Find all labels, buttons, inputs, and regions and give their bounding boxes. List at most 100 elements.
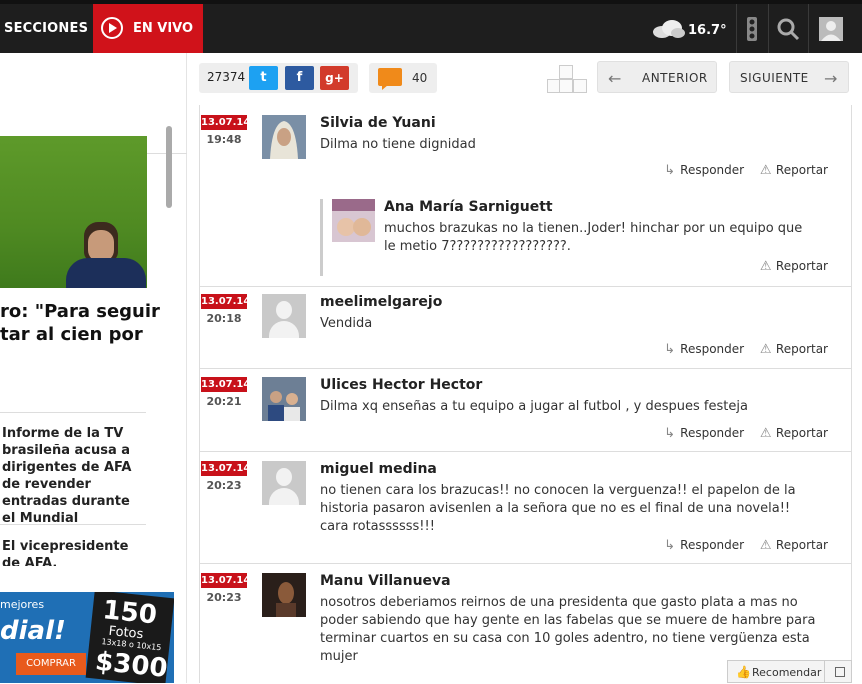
recommend-bar[interactable]: 👍 Recomendar <box>727 660 852 683</box>
advertisement-banner[interactable]: mejores dial! COMPRAR 150 Fotos 13x18 o … <box>0 592 174 683</box>
comment-text: nosotros deberiamos reirnos de una presi… <box>320 595 816 664</box>
comments-list: 13.07.14 19:48 Silvia de Yuani Dilma no … <box>187 103 862 684</box>
reply-arrow-icon: ↳ <box>664 163 676 178</box>
comment-divider <box>199 451 852 452</box>
live-label: EN VIVO <box>133 21 194 36</box>
comment-text: Dilma xq enseñas a tu equipo a jugar al … <box>320 399 748 414</box>
previous-button[interactable]: ← ANTERIOR <box>597 61 717 93</box>
ad-title: dial! <box>0 616 66 646</box>
facebook-share-button[interactable]: f <box>285 66 314 90</box>
thumbs-up-icon: 👍 <box>736 665 751 679</box>
reply-arrow-icon: ↳ <box>664 426 676 441</box>
reply-button[interactable]: ↳ Responder <box>664 426 744 441</box>
share-count: 27374 <box>207 70 246 84</box>
warning-icon: ⚠ <box>759 538 772 553</box>
player-shirt <box>66 258 146 288</box>
comment-actions: ↳ Responder ⚠ Reportar <box>652 426 828 441</box>
divider <box>0 412 146 413</box>
previous-label: ANTERIOR <box>642 71 708 85</box>
comments-count: 40 <box>412 71 428 85</box>
separator <box>808 4 809 53</box>
arrow-right-icon: → <box>824 69 838 88</box>
separator <box>736 4 737 53</box>
report-button[interactable]: ⚠ Reportar <box>760 342 828 357</box>
gplus-share-button[interactable]: g+ <box>320 66 349 90</box>
related-article-link[interactable]: El vicepresidente de AFA, arrepentido: <box>2 538 146 566</box>
report-label: Reportar <box>775 538 828 552</box>
sections-menu-button[interactable]: SECCIONES <box>4 21 88 36</box>
share-bar: 27374 t f g+ <box>199 63 358 93</box>
search-icon[interactable] <box>775 16 801 42</box>
comment-author[interactable]: Ulices Hector Hector <box>320 377 482 393</box>
avatar[interactable] <box>262 294 306 338</box>
reply-text: muchos brazukas no la tienen..Joder! hin… <box>384 221 803 254</box>
next-label: SIGUIENTE <box>740 71 809 85</box>
warning-icon: ⚠ <box>759 163 772 178</box>
live-button[interactable]: EN VIVO <box>93 4 203 53</box>
ad-text: mejores <box>0 598 45 611</box>
reply-arrow-icon: ↳ <box>664 538 676 553</box>
avatar[interactable] <box>262 115 306 159</box>
reply-button[interactable]: ↳ Responder <box>664 538 744 553</box>
reply-button[interactable]: ↳ Responder <box>664 163 744 178</box>
comment-date: 13.07.14 <box>201 294 251 309</box>
warning-icon: ⚠ <box>759 342 772 357</box>
ad-card: 150 Fotos 13x18 o 10x15 $300 <box>85 592 174 683</box>
article-headline[interactable]: ro: "Para seguir tar al cien por <box>0 300 160 346</box>
comment-actions: ↳ Responder ⚠ Reportar <box>652 538 828 553</box>
comment-author[interactable]: meelimelgarejo <box>320 294 442 310</box>
reply-button[interactable]: ↳ Responder <box>664 342 744 357</box>
comment-time: 19:48 <box>206 133 242 146</box>
comments-count-button[interactable]: 40 <box>369 63 437 93</box>
ad-buy-button[interactable]: COMPRAR <box>16 653 86 675</box>
avatar[interactable] <box>262 461 306 505</box>
traffic-light-icon[interactable] <box>739 16 765 42</box>
report-button[interactable]: ⚠ Reportar <box>760 259 828 274</box>
separator <box>768 4 769 53</box>
reply-label: Responder <box>680 426 745 440</box>
reply-label: Responder <box>680 163 745 177</box>
recommend-label: Recomendar <box>752 666 822 679</box>
weather-cloud-icon <box>653 20 685 38</box>
comment-actions: ↳ Responder ⚠ Reportar <box>652 342 828 357</box>
comment-author[interactable]: miguel medina <box>320 461 437 477</box>
comment-date: 13.07.14 <box>201 573 251 588</box>
reply-author[interactable]: Ana María Sarniguett <box>384 199 553 215</box>
next-button[interactable]: SIGUIENTE → <box>729 61 849 93</box>
minimize-icon[interactable] <box>824 661 852 683</box>
user-icon[interactable] <box>818 16 844 42</box>
comment-bubble-icon <box>378 68 402 90</box>
comment-author[interactable]: Manu Villanueva <box>320 573 451 589</box>
comment-actions: ↳ Responder ⚠ Reportar <box>652 163 828 178</box>
pager-square <box>559 79 573 93</box>
comment-time: 20:23 <box>206 479 242 492</box>
headline-line: ro: "Para seguir <box>0 301 160 322</box>
divider <box>0 524 146 525</box>
reply-label: Responder <box>680 342 745 356</box>
arrow-left-icon: ← <box>608 69 622 88</box>
comment-time: 20:23 <box>206 591 242 604</box>
related-article-link[interactable]: Informe de la TV brasileña acusa a dirig… <box>2 425 146 527</box>
avatar[interactable] <box>262 573 306 617</box>
pager-right-arrow <box>573 79 587 93</box>
mini-pager[interactable] <box>547 65 587 95</box>
comment-author[interactable]: Silvia de Yuani <box>320 115 436 131</box>
comment-text: Vendida <box>320 316 373 331</box>
warning-icon: ⚠ <box>759 426 772 441</box>
report-button[interactable]: ⚠ Reportar <box>760 426 828 441</box>
twitter-share-button[interactable]: t <box>249 66 278 90</box>
comment-date: 13.07.14 <box>201 461 251 476</box>
article-photo[interactable] <box>0 136 147 288</box>
comment-time: 20:18 <box>206 312 242 325</box>
comment-text: no tienen cara los brazucas!! no conocen… <box>320 483 796 534</box>
reply-avatar[interactable] <box>332 199 375 242</box>
comments-toolbar: 27374 t f g+ 40 ← ANTERIOR SIGUIENTE → <box>187 53 862 103</box>
comment-divider <box>199 286 852 287</box>
scrollbar-thumb[interactable] <box>166 126 172 208</box>
report-button[interactable]: ⚠ Reportar <box>760 538 828 553</box>
report-button[interactable]: ⚠ Reportar <box>760 163 828 178</box>
top-navigation-bar: SECCIONES EN VIVO 16.7° <box>0 0 862 53</box>
reply-label: Responder <box>680 538 745 552</box>
avatar[interactable] <box>262 377 306 421</box>
temperature: 16.7° <box>688 23 727 38</box>
